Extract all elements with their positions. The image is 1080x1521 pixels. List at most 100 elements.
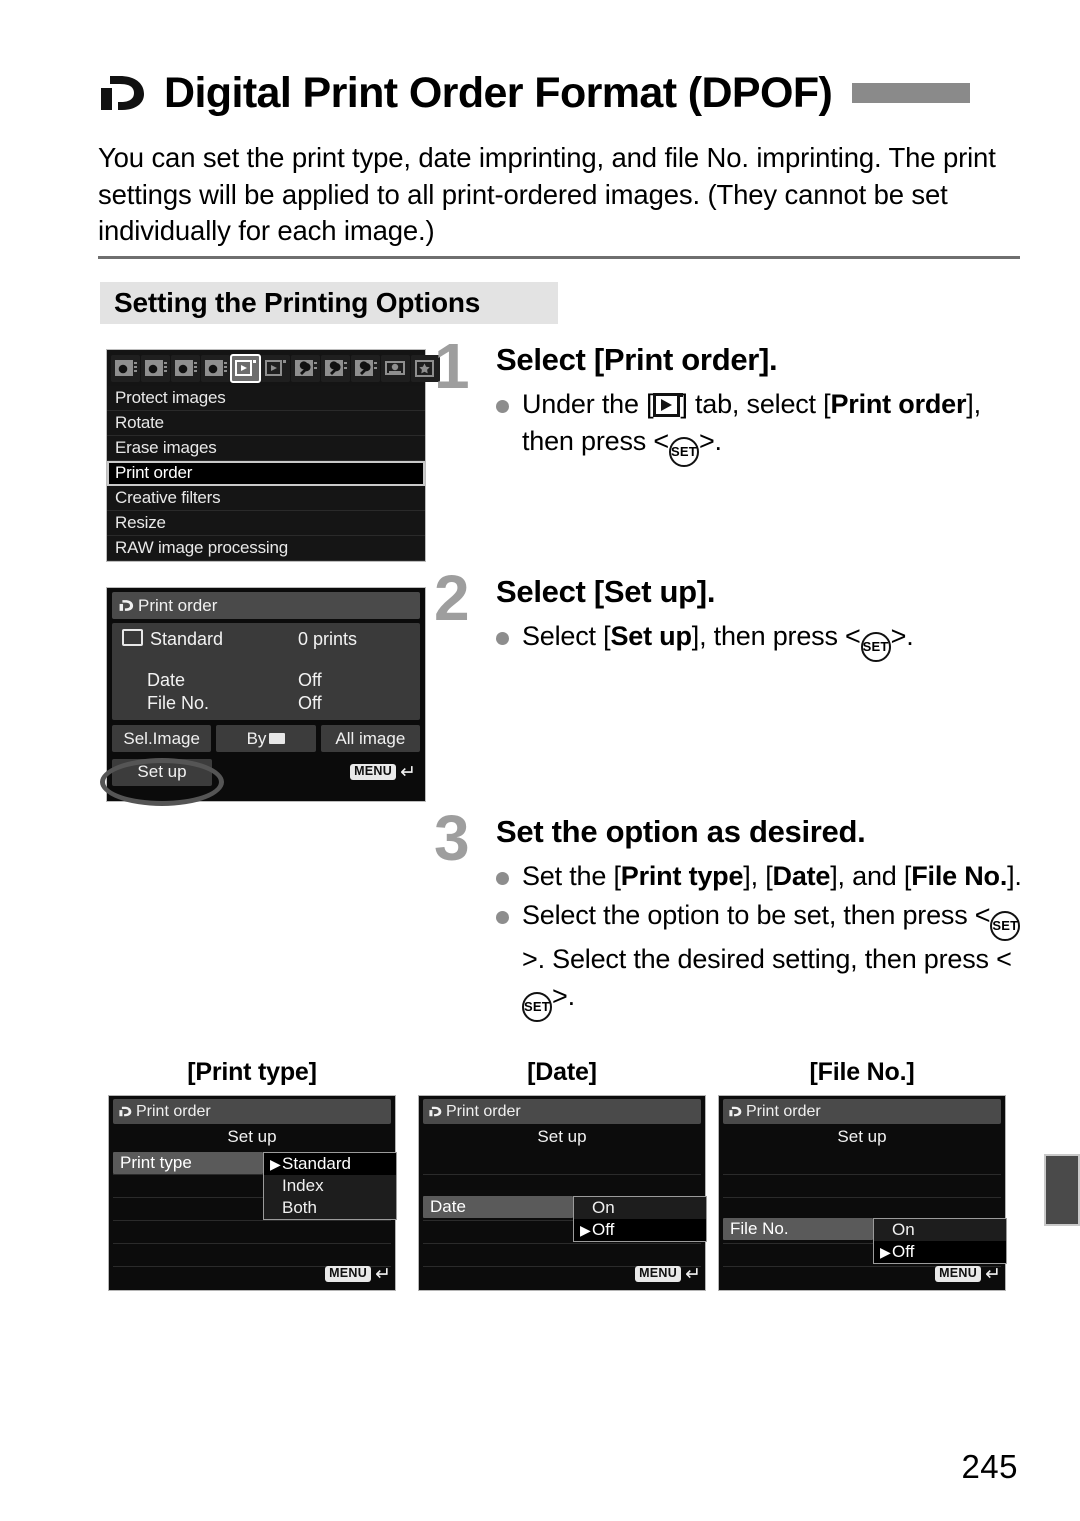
- menu-item-creative-filters[interactable]: Creative filters: [107, 486, 425, 511]
- return-arrow-icon: ↵: [685, 1263, 701, 1285]
- set-button-icon: SET: [522, 992, 552, 1022]
- emphasis-text: Print order: [830, 389, 967, 419]
- setup-option-label: On: [892, 1220, 915, 1239]
- intro-paragraph: You can set the print type, date imprint…: [98, 142, 996, 246]
- dpof-icon: [119, 1106, 132, 1117]
- standard-label-wrap: Standard: [122, 629, 298, 650]
- custom-tab-icon[interactable]: [381, 354, 410, 382]
- setup-titlebar: Print order: [723, 1099, 1001, 1124]
- print-order-button-row: Sel.Image By All image: [112, 725, 420, 752]
- bullet-item: Under the [] tab, select [Print order], …: [496, 386, 1030, 467]
- bullet-item: Select [Set up], then press < SET>.: [496, 618, 1030, 662]
- print-order-screenshot: Print order Standard 0 prints Date Off F…: [106, 587, 426, 802]
- setup-option-off[interactable]: ▶ Off: [574, 1219, 706, 1241]
- setup-row-area: Print type ▶ Standard Index Both: [113, 1152, 397, 1267]
- step-3-bullets: Set the [Print type], [Date], and [File …: [496, 858, 1030, 1022]
- body-text: ], then press <: [691, 621, 861, 651]
- setup-option-label: On: [592, 1198, 615, 1217]
- setup-option-both[interactable]: Both: [264, 1197, 396, 1219]
- emphasis-text: Set up: [610, 621, 692, 651]
- camera-tab-icon-3[interactable]: [171, 354, 200, 382]
- all-image-button[interactable]: All image: [320, 725, 420, 752]
- page-number: 245: [961, 1448, 1018, 1485]
- set-up-button[interactable]: Set up: [112, 758, 212, 786]
- panel-caption: [File No.]: [809, 1058, 915, 1086]
- menu-item-label: Erase images: [115, 438, 217, 457]
- bullet-dot-icon: [496, 858, 522, 895]
- menu-item-rotate[interactable]: Rotate: [107, 411, 425, 436]
- step-2: 2 Select [Set up]. Select [Set up], then…: [434, 562, 1030, 664]
- body-text: >.: [890, 621, 914, 651]
- setup-row: [423, 1152, 701, 1175]
- wrench-tab-icon-3[interactable]: [351, 354, 380, 382]
- setup-option-standard[interactable]: ▶ Standard: [264, 1153, 396, 1175]
- setup-title-label: Print order: [446, 1102, 521, 1120]
- camera-tab-icon-4[interactable]: [201, 354, 230, 382]
- section-heading: Setting the Printing Options: [100, 282, 558, 324]
- emphasis-text: File No.: [911, 861, 1008, 891]
- menu-chip: MENU: [635, 1266, 682, 1282]
- bullet-text: Set the [Print type], [Date], and [File …: [522, 858, 1030, 895]
- setup-option-label[interactable]: Print type: [113, 1152, 263, 1174]
- menu-chip: MENU: [350, 764, 397, 780]
- setup-option-on[interactable]: On: [574, 1197, 706, 1219]
- body-text: ], [: [743, 861, 773, 891]
- menu-item-label: Protect images: [115, 388, 226, 407]
- menu-item-erase-images[interactable]: Erase images: [107, 436, 425, 461]
- setup-option-label: Both: [282, 1198, 317, 1217]
- by-folder-label: By: [246, 728, 267, 748]
- set-button-icon: SET: [668, 437, 699, 467]
- step-3-number: 3: [434, 802, 470, 874]
- standard-row: Standard 0 prints: [112, 629, 420, 650]
- print-order-setup-row: Set up MENU ↵: [112, 757, 420, 787]
- bullet-item: Set the [Print type], [Date], and [File …: [496, 858, 1030, 895]
- wrench-tab-icon-2[interactable]: [321, 354, 350, 382]
- camera-tab-icon-2[interactable]: [141, 354, 170, 382]
- bullet-text: Select the option to be set, then press …: [522, 897, 1030, 1022]
- setup-subtitle: Set up: [837, 1127, 887, 1146]
- title-rule: [852, 83, 971, 103]
- setup-option-on[interactable]: On: [874, 1219, 1006, 1241]
- body-text: Select the option to be set, then press …: [522, 900, 991, 930]
- print-order-title-label: Print order: [138, 595, 218, 615]
- setup-option-label[interactable]: File No.: [723, 1218, 873, 1240]
- setup-option-label[interactable]: Date: [423, 1196, 573, 1218]
- menu-item-raw-image-processing[interactable]: RAW image processing: [107, 536, 425, 561]
- set-button-icon: SET: [990, 911, 1021, 941]
- menu-item-resize[interactable]: Resize: [107, 511, 425, 536]
- selection-caret-icon: ▶: [880, 1244, 891, 1260]
- playback-tab-icon-2[interactable]: [261, 354, 290, 382]
- setup-screen: Print order Set up File No. On ▶ Off MENU ↵: [718, 1095, 1007, 1291]
- setup-row: [723, 1152, 1001, 1175]
- setup-subtitle: Set up: [537, 1127, 587, 1146]
- date-row: Date Off: [112, 670, 420, 691]
- fileno-row: File No. Off: [112, 693, 420, 714]
- return-arrow-icon: ↵: [985, 1263, 1001, 1285]
- date-value: Off: [298, 670, 322, 690]
- setup-subtitle: Set up: [227, 1127, 277, 1146]
- setup-option-index[interactable]: Index: [264, 1175, 396, 1197]
- by-folder-button[interactable]: By: [216, 725, 316, 752]
- wrench-tab-icon-1[interactable]: [291, 354, 320, 382]
- body-text: >.: [698, 426, 722, 456]
- step-1-title: Select [Print order].: [496, 342, 778, 377]
- body-text: ], and [: [830, 861, 912, 891]
- body-text: ].: [1007, 861, 1022, 891]
- menu-item-label: Resize: [115, 513, 166, 532]
- menu-item-label: Creative filters: [115, 488, 221, 507]
- menu-item-protect-images[interactable]: Protect images: [107, 386, 425, 411]
- setup-option-label: Off: [892, 1242, 915, 1261]
- print-order-titlebar: Print order: [112, 592, 420, 619]
- sel-image-button[interactable]: Sel.Image: [112, 725, 212, 752]
- playback-tab-icon-1[interactable]: [230, 353, 261, 383]
- menu-item-print-order[interactable]: Print order: [107, 461, 425, 486]
- page-edge-tab: [1044, 1154, 1080, 1226]
- page-title-row: Digital Print Order Format (DPOF): [96, 62, 1020, 124]
- bullet-text: Under the [] tab, select [Print order], …: [522, 386, 1030, 467]
- setup-option-off[interactable]: ▶ Off: [874, 1241, 1006, 1263]
- setup-options-popup: ▶ Standard Index Both: [263, 1152, 397, 1220]
- step-2-number: 2: [434, 562, 470, 634]
- camera-tab-icon-1[interactable]: [111, 354, 140, 382]
- date-panel-group: [Date] Print order Set up Date On ▶ Off MENU ↵: [418, 1058, 707, 1291]
- setup-option-label: Off: [592, 1220, 615, 1239]
